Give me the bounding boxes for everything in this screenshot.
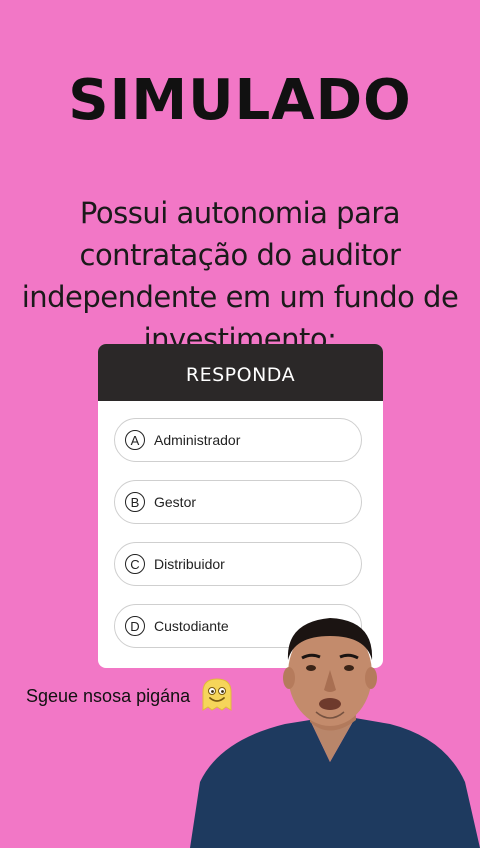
question-text: Possui autonomia para contratação do aud… <box>21 196 459 356</box>
option-c[interactable]: C Distribuidor <box>114 542 362 586</box>
option-letter-a: A <box>125 430 145 450</box>
option-letter-c: C <box>125 554 145 574</box>
option-label-a: Administrador <box>154 432 241 448</box>
option-a[interactable]: A Administrador <box>114 418 362 462</box>
option-letter-d: D <box>125 616 145 636</box>
caption-text: Sgeue nsosa pigána <box>26 686 191 706</box>
page-title: SIMULADO <box>68 68 412 133</box>
option-label-b: Gestor <box>154 494 197 510</box>
quiz-header: RESPONDA <box>98 344 383 401</box>
option-b[interactable]: B Gestor <box>114 480 362 524</box>
option-letter-b: B <box>125 492 145 512</box>
option-label-c: Distribuidor <box>154 556 225 572</box>
presenter-video <box>190 612 480 848</box>
